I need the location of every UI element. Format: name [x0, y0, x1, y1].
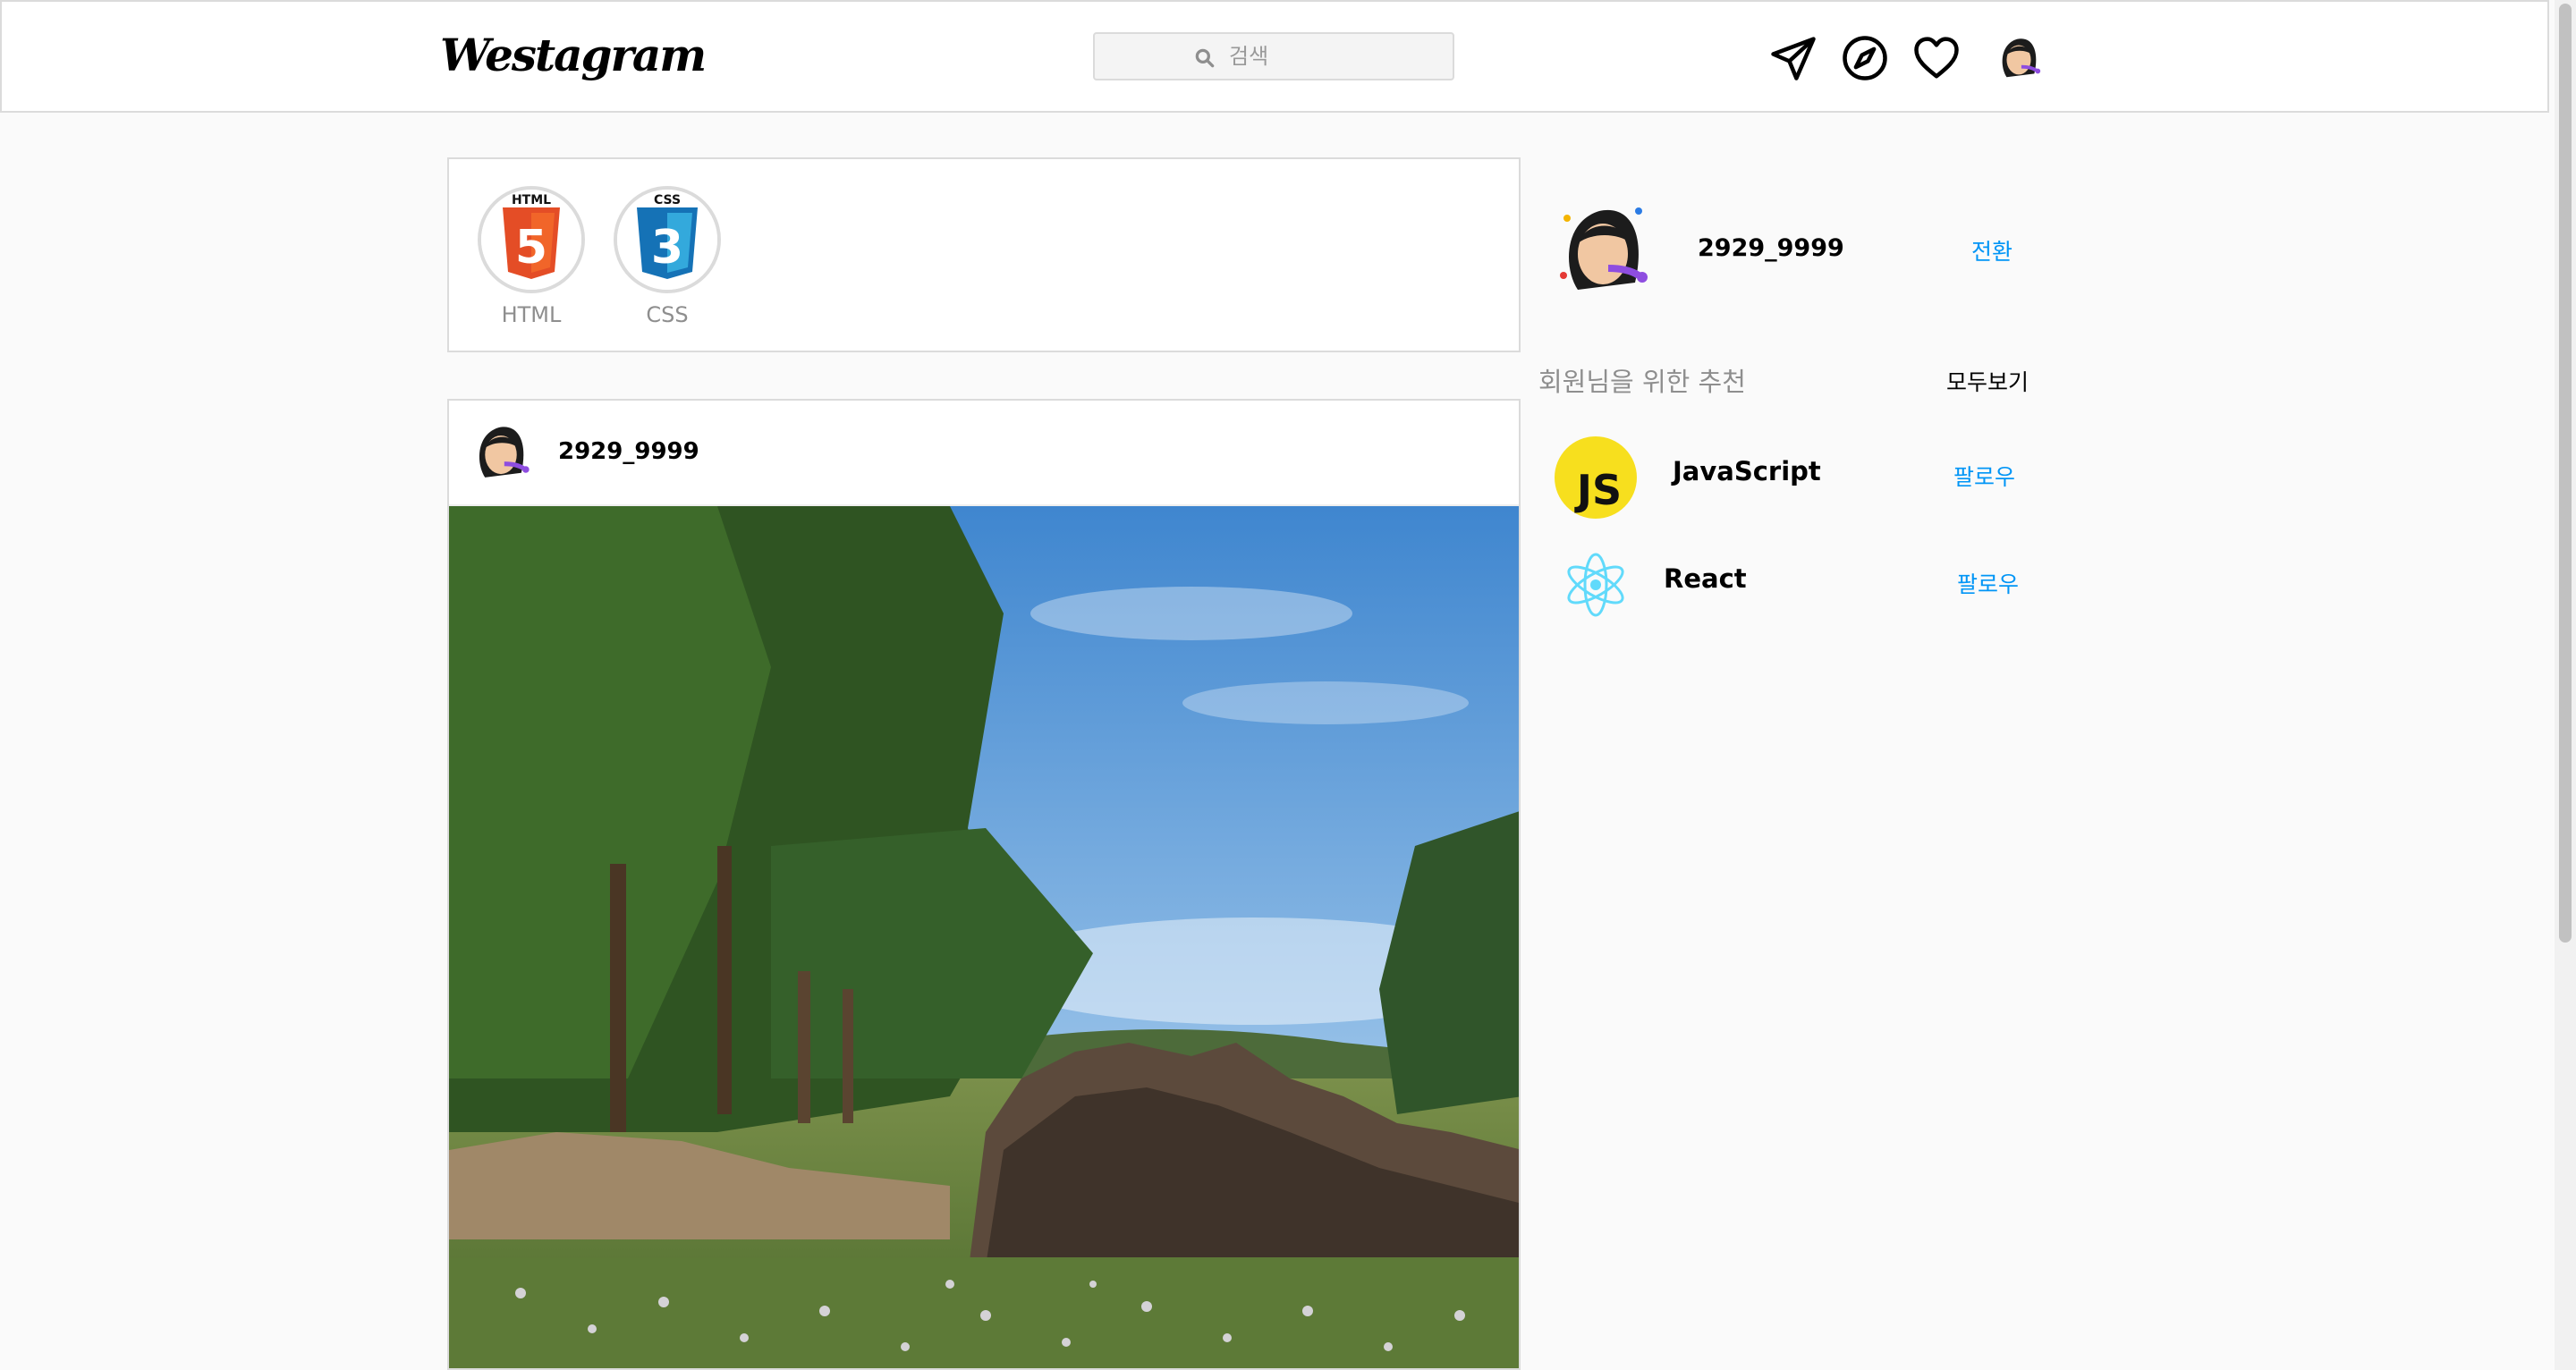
html5-logo-icon: HTML 5: [481, 190, 581, 290]
recommendation-name[interactable]: JavaScript: [1673, 456, 1821, 486]
search-icon: [1195, 48, 1215, 68]
recommendation-name[interactable]: React: [1664, 563, 1747, 594]
svg-text:HTML: HTML: [512, 193, 551, 207]
story-html[interactable]: HTML 5 HTML: [478, 186, 585, 327]
css3-logo-icon: CSS 3: [617, 190, 717, 290]
heart-icon[interactable]: [1912, 34, 1961, 82]
svg-text:JS: JS: [1574, 466, 1622, 514]
westagram-logo[interactable]: Westagram: [440, 29, 707, 81]
paper-plane-icon[interactable]: [1769, 34, 1818, 82]
switch-account-link[interactable]: 전환: [1971, 234, 2012, 266]
svg-text:5: 5: [515, 221, 547, 275]
recommendations-title: 회원님을 위한 추천: [1538, 367, 1746, 397]
svg-text:CSS: CSS: [654, 193, 681, 207]
see-all-link[interactable]: 모두보기: [1946, 365, 2029, 397]
page-scrollbar[interactable]: [2555, 0, 2576, 1370]
follow-button[interactable]: 팔로우: [1957, 567, 2019, 599]
post-username[interactable]: 2929_9999: [558, 438, 699, 465]
scrollbar-thumb[interactable]: [2559, 4, 2572, 943]
my-username[interactable]: 2929_9999: [1698, 234, 1844, 262]
feed-post: 2929_9999: [447, 399, 1521, 1370]
recommendation-item: JS JavaScript 팔로우: [1553, 435, 2054, 520]
top-nav: Westagram: [0, 0, 2549, 113]
javascript-logo-icon[interactable]: JS: [1553, 435, 1639, 520]
svg-text:3: 3: [651, 221, 683, 275]
story-label: CSS: [646, 302, 689, 327]
post-photo: [449, 506, 1519, 1368]
my-profile-avatar[interactable]: [1549, 197, 1657, 304]
recommendation-item: React 팔로우: [1553, 542, 2054, 628]
search-input[interactable]: [1229, 39, 1435, 73]
story-css[interactable]: CSS 3 CSS: [614, 186, 721, 327]
search-box[interactable]: [1093, 32, 1454, 80]
react-logo-icon[interactable]: [1553, 542, 1639, 628]
page: Westagram 검색 HTML 5 HTML CSS 3 CSS 2929_…: [0, 0, 2576, 1370]
stories-bar: HTML 5 HTML CSS 3 CSS: [447, 157, 1521, 352]
story-label: HTML: [501, 302, 562, 327]
profile-avatar[interactable]: [1993, 32, 2045, 84]
post-author-avatar[interactable]: [467, 419, 535, 486]
post-header: 2929_9999: [449, 401, 1519, 506]
compass-icon[interactable]: [1841, 34, 1889, 82]
follow-button[interactable]: 팔로우: [1953, 460, 2015, 492]
story-avatar: HTML 5: [478, 186, 585, 293]
story-avatar: CSS 3: [614, 186, 721, 293]
